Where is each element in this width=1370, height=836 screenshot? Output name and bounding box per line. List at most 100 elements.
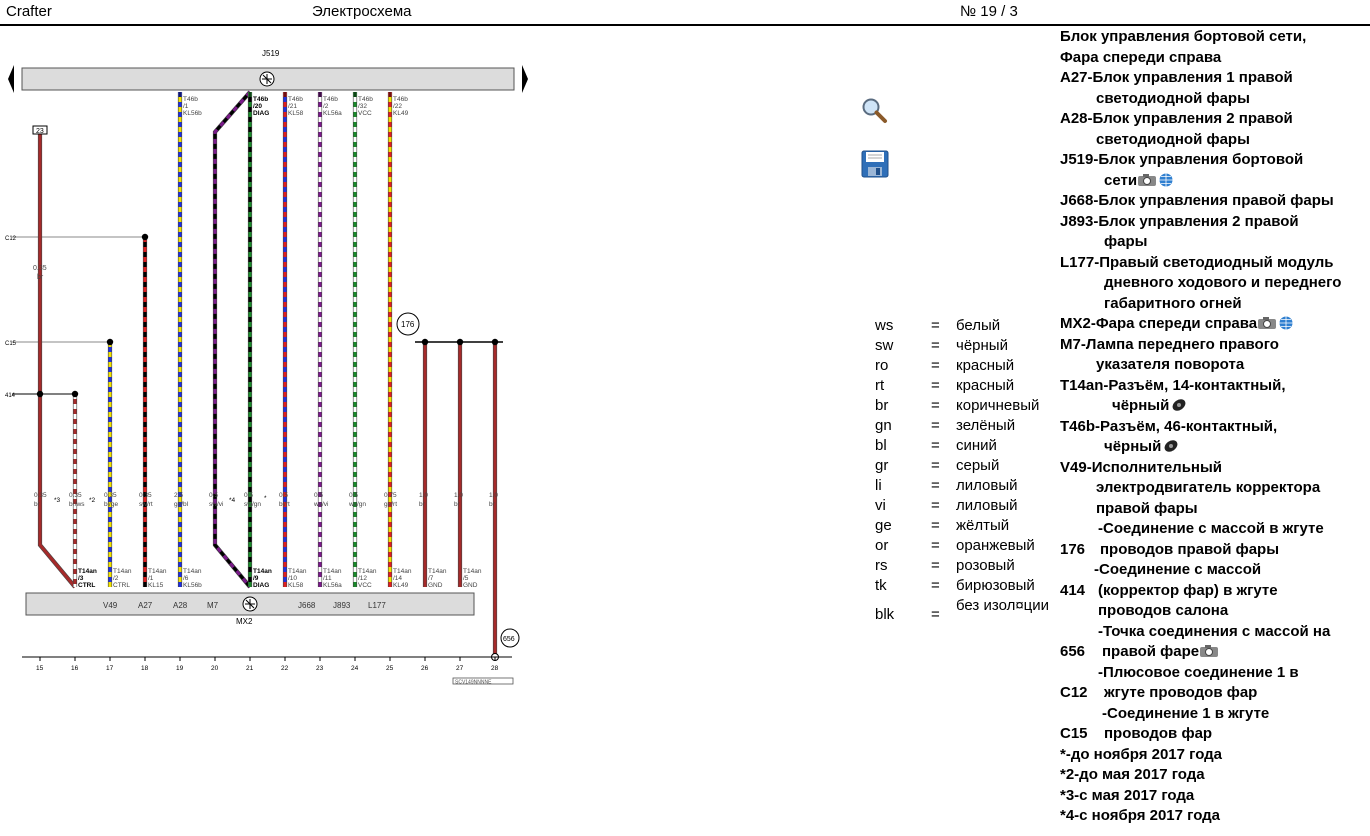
bottom-pin-label: T14an — [78, 568, 97, 575]
scroll-right-arrow[interactable] — [522, 65, 528, 93]
component-j519: J519-Блок управления бортовой сети — [1060, 150, 1368, 191]
top-pin-label: T46b — [288, 96, 303, 103]
component-a27-code: A27- — [1060, 69, 1093, 86]
wire-15-outline — [37, 134, 77, 589]
bottom-pin-label: GND — [463, 582, 478, 589]
legend-name: лиловый — [956, 477, 1018, 494]
bottom-pin-label: /1 — [148, 575, 154, 582]
camera-icon[interactable] — [1257, 316, 1277, 330]
wire-color-label: bl/ge — [104, 501, 118, 508]
top-pin-label: /2 — [323, 103, 329, 110]
bottom-pin-label: KL56b — [183, 582, 202, 589]
legend-name: серый — [956, 457, 1000, 474]
legend-name: белый — [956, 317, 1001, 334]
bottom-pin-label: T14an — [428, 568, 447, 575]
globe-icon[interactable] — [1277, 316, 1297, 330]
scale-number: 19 — [176, 665, 184, 672]
bottom-pin-label: DIAG — [253, 582, 269, 589]
legend-row: ws = белый — [875, 316, 1055, 336]
wire-color-label: bl/rt — [279, 501, 290, 508]
component-a28-desc2: светодиодной фары — [1096, 130, 1250, 148]
legend-name: жёлтый — [956, 517, 1010, 534]
wire-color-label: ge/bl — [174, 501, 189, 508]
sub-component-label: A27 — [138, 601, 153, 610]
component-j893: J893-Блок управления 2 правой фары — [1060, 212, 1368, 253]
header-bar: Crafter Электросхема № 19 / 3 — [0, 0, 1370, 26]
wire-gauge-label: 0.5 — [349, 492, 358, 499]
connector-icon[interactable] — [1169, 398, 1189, 412]
scale-number: 23 — [316, 665, 324, 672]
save-icon[interactable] — [861, 150, 889, 178]
bottom-pin-label: T14an — [463, 568, 482, 575]
scale-number: 18 — [141, 665, 149, 672]
wire-color-label: br/ws — [69, 501, 85, 508]
legend-eq: = — [931, 417, 940, 434]
legend-code: ge — [875, 517, 892, 534]
ground-414-code: 414 — [1060, 581, 1086, 599]
sub-component-label: A28 — [173, 601, 188, 610]
top-pin-label: VCC — [358, 110, 372, 117]
top-pin-label: T46b — [183, 96, 198, 103]
legend-row: ro = красный — [875, 356, 1055, 376]
footer-code: SCV149NNNNE — [455, 680, 492, 686]
component-heading-1: Блок управления бортовой сети, — [1060, 28, 1307, 45]
connector-icon[interactable] — [1161, 439, 1181, 453]
scroll-left-arrow[interactable] — [8, 65, 14, 93]
junction-dot — [71, 390, 79, 398]
note-marker: * — [264, 495, 267, 502]
junction-dot — [456, 338, 464, 346]
legend-eq: = — [931, 357, 940, 374]
bottom-pin-label: T14an — [288, 568, 307, 575]
bottom-pin-label: T14an — [253, 568, 272, 575]
component-a27: A27-Блок управления 1 правой светодиодной… — [1060, 68, 1368, 109]
legend-row: li = лиловый — [875, 476, 1055, 496]
legend-row: or = оранжевый — [875, 536, 1055, 556]
ground-656: -Точка соединения с массой на 656 правой ф… — [1060, 622, 1368, 663]
bottom-pin-label: VCC — [358, 582, 372, 589]
legend-eq: = — [931, 577, 940, 594]
scale-number: 21 — [246, 665, 254, 672]
wire-gauge-label: 0.75 — [384, 492, 397, 499]
legend-row: br = коричневый — [875, 396, 1055, 416]
globe-icon[interactable] — [1157, 173, 1177, 187]
bottom-pin-label: /11 — [323, 575, 332, 582]
wire-c12-gauge: 0.35 — [33, 265, 47, 272]
component-t46b: T46b-Разъём, 46-контактный, чёрный — [1060, 417, 1368, 458]
module-j519-label: J519 — [262, 49, 280, 58]
component-heading-2: Фара спереди справа — [1060, 48, 1222, 66]
camera-icon[interactable] — [1137, 173, 1157, 187]
search-icon[interactable] — [860, 96, 888, 124]
component-l177-desc3: габаритного огней — [1104, 294, 1242, 312]
wire-gauge-label: 1.0 — [454, 492, 463, 499]
bottom-pin-label: T14an — [183, 568, 202, 575]
scale-number: 25 — [386, 665, 394, 672]
legend-name: оранжевый — [956, 537, 1035, 554]
legend-code: li — [875, 477, 882, 494]
wire-gauge-label: 1.0 — [419, 492, 428, 499]
bottom-pin-label: /2 — [113, 575, 119, 582]
bottom-pin-label: T14an — [323, 568, 342, 575]
ground-656-code: 656 — [1060, 643, 1086, 660]
component-v49-desc: Исполнительный — [1091, 458, 1222, 476]
component-t46b-desc: Разъём, 46-контактный, — [1100, 417, 1278, 435]
component-j668-code: J668- — [1060, 192, 1099, 209]
note-2: *2-до мая 2017 года — [1060, 766, 1205, 783]
ground-414-desc2: (корректор фар) в жгуте — [1098, 581, 1278, 599]
legend-name: зелёный — [956, 417, 1016, 434]
wire-color-label: br — [454, 501, 461, 508]
component-mx2-desc: Фара спереди справа — [1095, 315, 1258, 332]
wire-color-label: br — [34, 501, 41, 508]
component-m7-code: M7- — [1060, 335, 1086, 353]
ground-176-desc: -Соединение с массой в жгуте — [1098, 520, 1324, 537]
camera-icon[interactable] — [1199, 644, 1219, 658]
component-list: Блок управления бортовой сети, Фара спер… — [1060, 27, 1368, 827]
page-title: Электросхема — [312, 3, 412, 20]
bottom-pin-label: T14an — [393, 568, 412, 575]
legend-eq: = — [931, 557, 940, 574]
junction-dot — [36, 390, 44, 398]
top-pin-label: T46b — [253, 96, 268, 103]
legend-code: sw — [875, 337, 894, 354]
top-pin-label: T46b — [393, 96, 408, 103]
legend-eq: = — [931, 397, 940, 414]
module-mx2-label: MX2 — [236, 617, 253, 626]
